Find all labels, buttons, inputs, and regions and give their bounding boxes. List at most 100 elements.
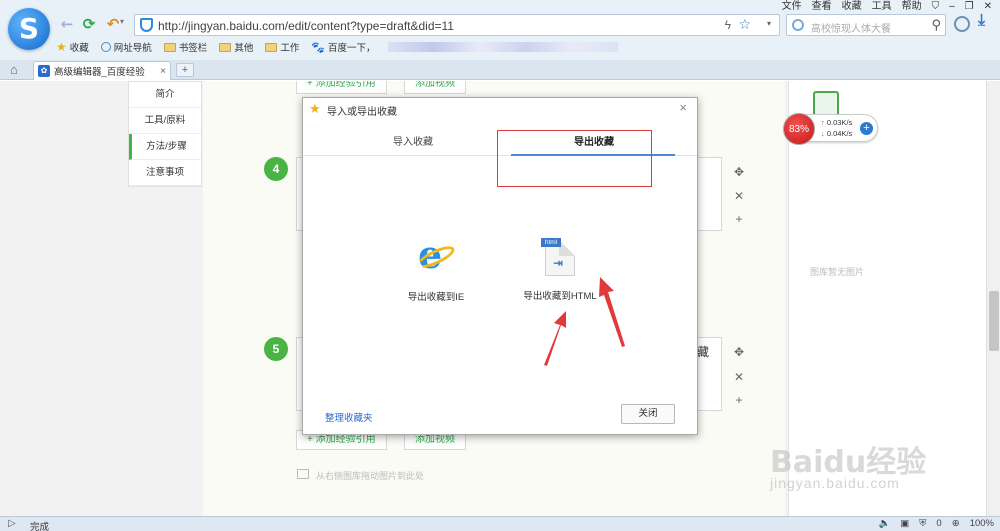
move-icon[interactable]: ✥ xyxy=(732,345,746,359)
upload-arrow-icon: ↑ xyxy=(821,118,825,127)
home-icon[interactable]: ⌂ xyxy=(10,62,18,77)
nav-steps[interactable]: 方法/步骤 xyxy=(129,134,201,160)
bookmark-other-folder[interactable]: 其他 xyxy=(219,40,253,54)
nav-tools[interactable]: 工具/原料 xyxy=(129,108,201,134)
delete-icon[interactable]: ✕ xyxy=(732,370,746,384)
export-arrow-icon: ⇥ xyxy=(553,256,564,270)
menu-help[interactable]: 帮助 xyxy=(902,1,922,13)
folder-icon xyxy=(163,42,176,52)
search-input[interactable]: 高校惊现人体大餐 ⚲ xyxy=(786,14,946,36)
scroll-thumb[interactable] xyxy=(989,291,999,351)
download-arrow-icon: ↓ xyxy=(821,129,825,138)
nav-intro[interactable]: 简介 xyxy=(129,82,201,108)
import-export-favorites-dialog: ★ 导入或导出收藏 × 导入收藏 导出收藏 e 导出收藏到IE html ⇥ 导… xyxy=(302,97,698,435)
plus-icon[interactable]: + xyxy=(860,122,873,135)
shield-icon[interactable]: ⛨ xyxy=(919,518,926,529)
organize-favorites-link[interactable]: 整理收藏夹 xyxy=(325,410,373,424)
html-tag-label: html xyxy=(541,238,561,247)
skin-icon[interactable]: ⛉ xyxy=(932,1,940,13)
annotation-arrow-right xyxy=(599,277,625,347)
shield-icon xyxy=(140,18,153,32)
restore-icon[interactable]: ❐ xyxy=(965,1,974,13)
close-icon[interactable]: × xyxy=(679,100,687,115)
folder-icon xyxy=(265,42,278,52)
move-icon[interactable]: ✥ xyxy=(732,165,746,179)
globe-icon[interactable] xyxy=(954,16,970,32)
star-icon: ★ xyxy=(56,40,67,54)
menu-favorites[interactable]: 收藏 xyxy=(842,1,862,13)
speaker-icon[interactable]: 🔈 xyxy=(878,518,890,529)
refresh-icon[interactable]: ⟳ xyxy=(80,15,98,33)
drag-hint: 从右侧图库拖动图片到此处 xyxy=(316,471,425,481)
baidu-paw-icon: 🐾 xyxy=(311,41,326,54)
search-placeholder: 高校惊现人体大餐 xyxy=(811,24,891,35)
add-reference-button[interactable]: + 添加经验引用 xyxy=(296,81,387,94)
section-nav: 简介 工具/原料 方法/步骤 注意事项 xyxy=(128,81,202,187)
download-speed: ↓ 0.04K/s xyxy=(821,129,852,138)
dialog-title: 导入或导出收藏 xyxy=(327,107,397,118)
sogou-browser-logo-icon[interactable] xyxy=(8,8,50,50)
bookmark-favorites[interactable]: ★ 收藏 xyxy=(56,40,89,54)
tab-import[interactable]: 导入收藏 xyxy=(328,133,498,148)
internet-explorer-icon[interactable]: e xyxy=(414,234,458,276)
close-button[interactable]: 关闭 xyxy=(621,404,675,424)
search-engine-icon[interactable] xyxy=(792,19,804,31)
menu-bar: 文件 查看 收藏 工具 帮助 ⛉ ‒ ❐ ✕ xyxy=(782,1,992,13)
url-text[interactable]: http://jingyan.baidu.com/edit/content?ty… xyxy=(158,19,454,33)
address-dropdown-icon[interactable]: ▾ xyxy=(767,19,771,28)
address-bar[interactable]: http://jingyan.baidu.com/edit/content?ty… xyxy=(134,14,780,36)
upload-value: 0.03K/s xyxy=(826,118,853,127)
menu-view[interactable]: 查看 xyxy=(812,1,832,13)
html-file-icon[interactable]: html ⇥ xyxy=(541,238,577,278)
favorite-star-icon[interactable]: ☆ xyxy=(738,16,751,33)
lightning-icon[interactable]: ϟ xyxy=(725,18,731,32)
dialog-titlebar: ★ 导入或导出收藏 × xyxy=(303,98,697,120)
tab-close-icon[interactable]: × xyxy=(160,66,166,77)
camera-icon[interactable]: ▣ xyxy=(900,518,909,529)
bookmark-baidu[interactable]: 🐾 百度一下， xyxy=(311,40,375,55)
watermark-url: jingyan.baidu.com xyxy=(770,475,900,491)
export-to-html-label[interactable]: 导出收藏到HTML xyxy=(515,288,605,302)
gallery-empty-text: 图库暂无图片 xyxy=(810,267,865,277)
network-speed-widget[interactable]: 83% ↑ 0.03K/s ↓ 0.04K/s + xyxy=(783,113,878,145)
step-number: 5 xyxy=(264,337,288,361)
bookmark-bar-folder[interactable]: 书签栏 xyxy=(163,40,207,54)
zoom-level[interactable]: 100% xyxy=(970,518,994,529)
download-icon[interactable]: ⤓ xyxy=(978,12,985,30)
zoom-icon[interactable]: ⊕ xyxy=(952,518,960,529)
export-to-ie-label[interactable]: 导出收藏到IE xyxy=(403,289,469,303)
page-scrollbar[interactable] xyxy=(986,81,1000,516)
status-tray: 🔈 ▣ ⛨ 0 ⊕ 100% xyxy=(878,518,994,529)
add-icon[interactable]: + xyxy=(732,212,746,226)
annotation-arrow-left xyxy=(544,311,566,366)
close-window-icon[interactable]: ✕ xyxy=(984,1,992,13)
tab-editor[interactable]: ✿ 高级编辑器_百度经验 × xyxy=(33,61,171,80)
delete-icon[interactable]: ✕ xyxy=(732,189,746,203)
add-icon[interactable]: + xyxy=(732,393,746,407)
upload-speed: ↑ 0.03K/s xyxy=(821,118,852,127)
nav-notes[interactable]: 注意事项 xyxy=(129,160,201,186)
undo-dropdown-icon[interactable]: ▾ xyxy=(120,17,124,26)
menu-tools[interactable]: 工具 xyxy=(872,1,892,13)
bookmark-label: 收藏 xyxy=(69,43,89,54)
status-text: 完成 xyxy=(30,522,50,531)
image-icon xyxy=(297,469,309,479)
bookmark-label: 工作 xyxy=(280,43,300,54)
blurred-bookmarks xyxy=(387,42,618,52)
minimize-icon[interactable]: ‒ xyxy=(949,1,955,13)
add-video-button[interactable]: 添加视频 xyxy=(404,81,466,94)
new-tab-button[interactable]: + xyxy=(176,63,194,77)
menu-file[interactable]: 文件 xyxy=(782,1,802,13)
memory-percent: 83% xyxy=(783,113,815,145)
search-icon[interactable]: ⚲ xyxy=(931,17,941,33)
baidu-paw-icon: ✿ xyxy=(38,65,50,77)
back-arrow-icon[interactable]: ← xyxy=(58,15,76,33)
play-icon[interactable]: ▷ xyxy=(8,518,16,529)
bookmark-label: 其他 xyxy=(234,43,254,54)
step-number: 4 xyxy=(264,157,288,181)
bookmark-nav[interactable]: 网址导航 xyxy=(100,40,152,54)
bookmark-work-folder[interactable]: 工作 xyxy=(265,40,299,54)
step-text: 藏 xyxy=(697,345,710,359)
status-bar: ▷ 完成 🔈 ▣ ⛨ 0 ⊕ 100% xyxy=(0,516,1000,531)
tab-label: 高级编辑器_百度经验 xyxy=(54,67,145,78)
